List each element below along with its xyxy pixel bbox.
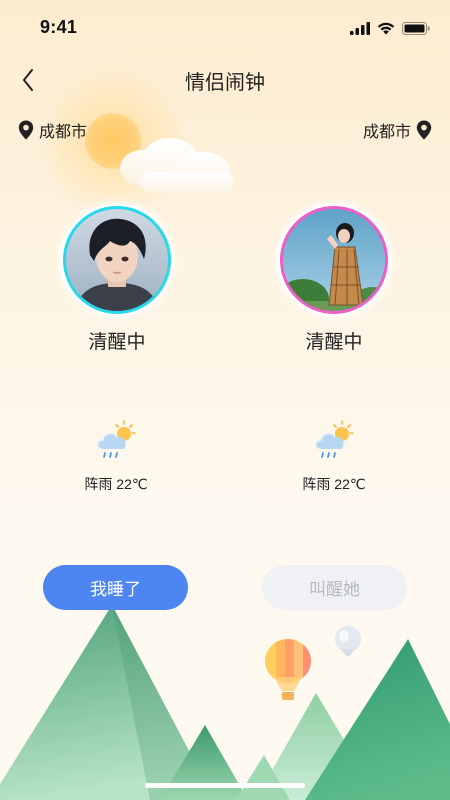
weather-left-label: 阵雨 22℃ <box>84 476 148 492</box>
small-balloon-icon <box>335 626 361 656</box>
weather-right-label: 阵雨 22℃ <box>302 476 366 492</box>
rain-shower-icon <box>96 420 136 458</box>
status-time: 9:41 <box>40 17 78 37</box>
battery-icon <box>402 21 430 35</box>
location-pin-icon <box>416 120 432 140</box>
location-left: 成都市 <box>18 118 87 142</box>
cloud-icon <box>120 138 234 192</box>
status-icons <box>350 20 430 36</box>
page-title: 情侣闹钟 <box>185 72 265 94</box>
partner-avatar-left[interactable] <box>60 203 174 317</box>
avatar <box>283 209 385 311</box>
hot-air-balloon-icon <box>265 639 311 700</box>
rain-shower-icon <box>314 420 354 458</box>
wifi-icon <box>377 22 395 34</box>
location-left-label: 成都市 <box>39 124 88 141</box>
avatar <box>66 209 168 311</box>
avatar-ring <box>280 206 388 314</box>
location-pin-icon <box>18 120 34 140</box>
partner-avatar-right[interactable] <box>277 203 391 317</box>
partner-status-right: 清醒中 <box>305 332 363 353</box>
wake-partner-button[interactable]: 叫醒她 <box>262 565 407 610</box>
partner-status-left: 清醒中 <box>88 332 146 353</box>
home-indicator[interactable] <box>145 783 305 788</box>
mountain-scenery <box>0 605 450 800</box>
signal-icon <box>350 21 370 35</box>
sleep-button[interactable]: 我睡了 <box>43 565 188 610</box>
avatar-ring <box>63 206 171 314</box>
location-right: 成都市 <box>363 118 432 142</box>
location-right-label: 成都市 <box>362 124 411 141</box>
